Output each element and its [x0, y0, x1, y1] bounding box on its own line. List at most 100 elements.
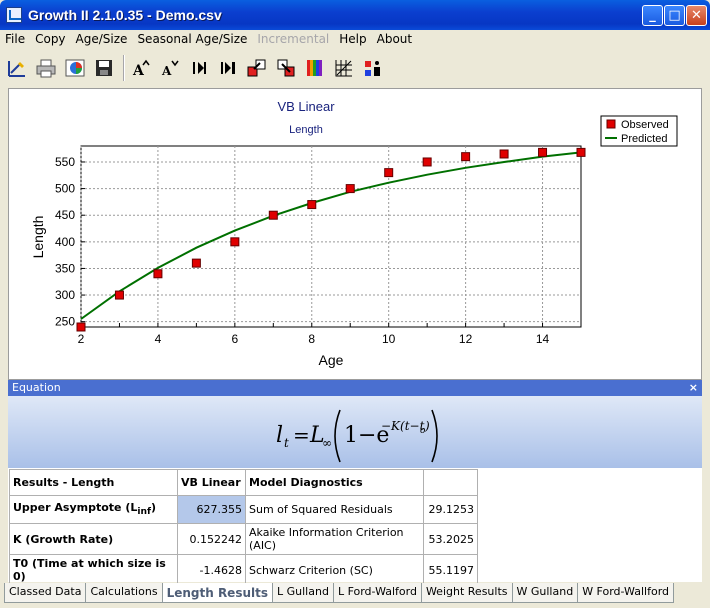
table-row[interactable]: K (Growth Rate) 0.152242 Akaike Informat…: [9, 523, 478, 555]
chart-grid: [80, 145, 582, 328]
font-decrease-icon[interactable]: A: [157, 55, 183, 81]
chart-title: VB Linear: [277, 99, 335, 114]
table-row[interactable]: Upper Asymptote (Linf) 627.355 Sum of Sq…: [9, 495, 478, 524]
svg-text:A: A: [132, 63, 145, 79]
y-tick-label: 500: [55, 182, 75, 196]
maximize-button[interactable]: □: [664, 5, 685, 26]
results-header-row: Results - Length VB Linear Model Diagnos…: [9, 469, 478, 496]
sheet-tabs: Classed Data Calculations Length Results…: [4, 583, 675, 603]
x-tick-label: 2: [78, 332, 85, 346]
equation-panel: l t = L ∞ 1−e −K(t−t o ): [8, 396, 702, 468]
x-tick-label: 10: [382, 332, 396, 346]
menu-seasonal-age-size[interactable]: Seasonal Age/Size: [132, 30, 252, 48]
menu-about[interactable]: About: [372, 30, 417, 48]
header-vb-linear: VB Linear: [177, 469, 246, 496]
legend-observed-marker: [606, 119, 616, 129]
menu-help[interactable]: Help: [334, 30, 371, 48]
zoom-in-icon[interactable]: [244, 55, 270, 81]
observed-point: [576, 147, 586, 157]
minimize-button[interactable]: _: [642, 5, 663, 26]
header-model-diagnostics: Model Diagnostics: [245, 469, 424, 496]
observed-point: [384, 168, 394, 178]
tab-classed-data[interactable]: Classed Data: [4, 583, 87, 603]
observed-point: [114, 290, 124, 300]
row-label-text: Upper Asymptote (L: [13, 501, 138, 515]
legend-icon[interactable]: [360, 55, 386, 81]
growth-chart: VB Linear Length Age Length 2 4 6 8 10 12 14 25…: [30, 99, 678, 368]
eq-equals: =: [293, 423, 310, 447]
print-icon[interactable]: [33, 55, 59, 81]
observed-point: [230, 237, 240, 247]
observed-point: [345, 184, 355, 194]
step-left-icon[interactable]: [186, 55, 212, 81]
row-label-sub: inf: [137, 506, 152, 518]
observed-point: [461, 152, 471, 162]
row-diagnostic-value: 53.2025: [423, 523, 478, 555]
menu-copy[interactable]: Copy: [30, 30, 70, 48]
equation-close-icon[interactable]: ×: [689, 380, 698, 396]
chart-edit-icon[interactable]: [4, 55, 30, 81]
chart-preview-icon[interactable]: [62, 55, 88, 81]
y-tick-label: 400: [55, 235, 75, 249]
chart-panel: VB Linear Length Age Length 2 4 6 8 10 12 14 25…: [8, 88, 702, 380]
plot-area: [80, 145, 582, 328]
legend-predicted-label: Predicted: [621, 133, 667, 145]
close-button[interactable]: ✕: [686, 5, 707, 26]
tab-w-ford-wallford[interactable]: W Ford-Wallford: [577, 583, 675, 603]
save-icon[interactable]: [91, 55, 117, 81]
eq-linf-sub: ∞: [322, 436, 332, 450]
row-diagnostic-value: 55.1197: [423, 554, 478, 586]
row-label-end: ): [151, 501, 157, 515]
step-right-icon[interactable]: [215, 55, 241, 81]
tab-w-gulland[interactable]: W Gulland: [511, 583, 579, 603]
row-diagnostic: Sum of Squared Residuals: [245, 495, 424, 524]
x-tick-label: 4: [155, 332, 162, 346]
font-increase-icon[interactable]: A: [128, 55, 154, 81]
tab-calculations[interactable]: Calculations: [85, 583, 163, 603]
observed-point: [191, 258, 201, 268]
row-label: T0 (Time at which size is 0): [9, 554, 178, 586]
equation-formula: l t = L ∞ 1−e −K(t−t o ): [276, 409, 438, 463]
menu-age-size[interactable]: Age/Size: [71, 30, 133, 48]
app-icon: [6, 7, 22, 23]
eq-left-paren: [334, 409, 341, 463]
row-value-selected[interactable]: 627.355: [177, 495, 246, 524]
y-tick-label: 250: [55, 315, 75, 329]
observed-point: [422, 157, 432, 167]
zoom-out-icon[interactable]: [273, 55, 299, 81]
chart-subtitle: Length: [289, 124, 323, 136]
x-tick-label: 14: [536, 332, 550, 346]
observed-point: [538, 147, 548, 157]
tab-weight-results[interactable]: Weight Results: [420, 583, 513, 603]
row-value[interactable]: 0.152242: [177, 523, 246, 555]
eq-lhs: l: [276, 423, 283, 448]
y-tick-label: 450: [55, 208, 75, 222]
header-results-length: Results - Length: [9, 469, 178, 496]
row-diagnostic-value: 29.1253: [423, 495, 478, 524]
row-label: K (Growth Rate): [9, 523, 178, 555]
row-value[interactable]: -1.4628: [177, 554, 246, 586]
equation-header: Equation ×: [8, 380, 702, 396]
tab-l-gulland[interactable]: L Gulland: [272, 583, 334, 603]
tab-length-results[interactable]: Length Results: [161, 583, 273, 603]
x-axis-label: Age: [319, 352, 344, 368]
row-label: Upper Asymptote (Linf): [9, 495, 178, 524]
grid-icon[interactable]: [331, 55, 357, 81]
observed-point: [153, 269, 163, 279]
menu-incremental[interactable]: Incremental: [252, 30, 334, 48]
toolbar: A A: [4, 50, 706, 86]
chart-legend: Observed Predicted: [600, 115, 678, 147]
svg-text:A: A: [161, 64, 172, 78]
eq-lhs-sub: t: [284, 436, 289, 450]
observed-point: [307, 200, 317, 210]
x-tick-label: 8: [308, 332, 315, 346]
observed-point: [76, 322, 86, 332]
y-tick-label: 300: [55, 288, 75, 302]
row-diagnostic: Akaike Information Criterion (AIC): [245, 523, 424, 555]
eq-right-paren: [431, 409, 438, 463]
results-table: Results - Length VB Linear Model Diagnos…: [9, 469, 478, 586]
table-row[interactable]: T0 (Time at which size is 0) -1.4628 Sch…: [9, 554, 478, 586]
color-palette-icon[interactable]: [302, 55, 328, 81]
tab-l-ford-walford[interactable]: L Ford-Walford: [332, 583, 422, 603]
menu-file[interactable]: File: [0, 30, 30, 48]
